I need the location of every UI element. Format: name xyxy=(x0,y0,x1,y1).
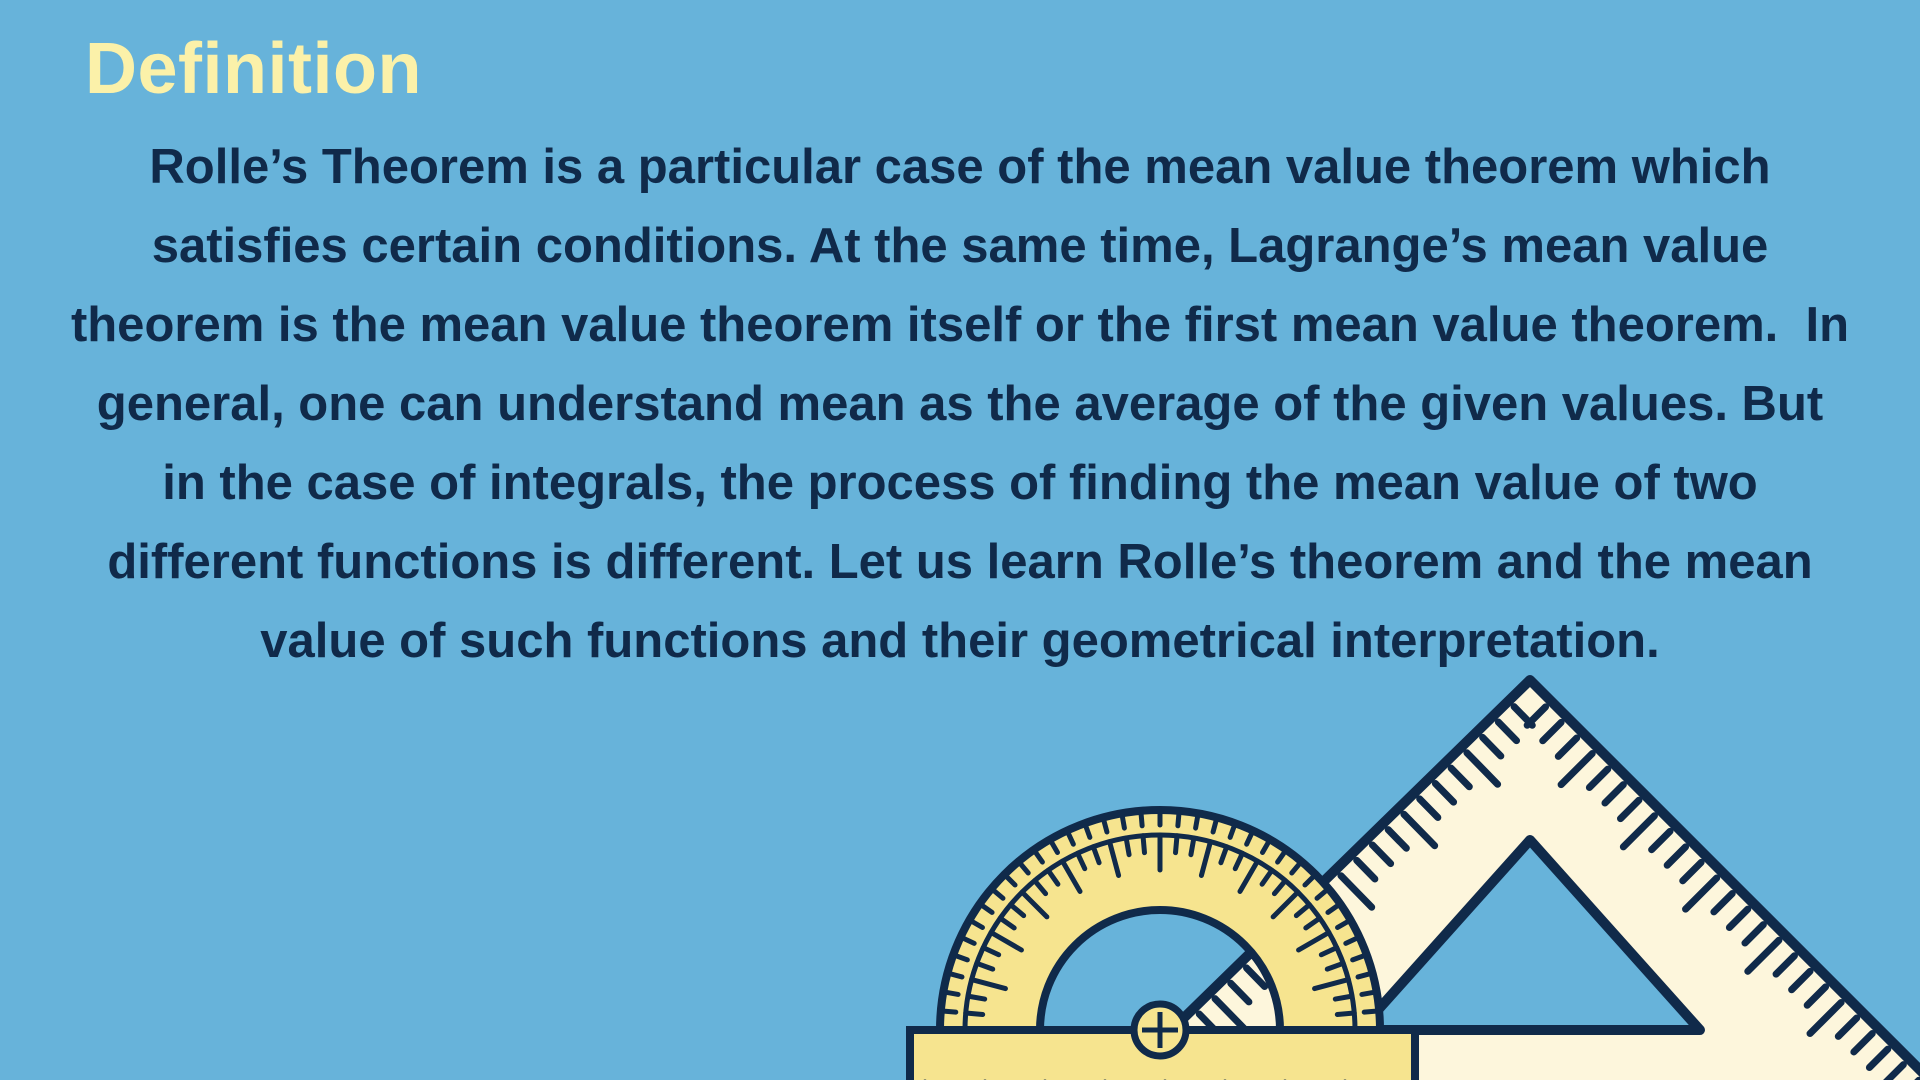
tick-mark xyxy=(1123,835,1132,858)
definition-paragraph: Rolle’s Theorem is a particular case of … xyxy=(70,140,1863,668)
tick-mark xyxy=(1361,1008,1382,1015)
tick-mark xyxy=(1359,989,1380,997)
tick-mark xyxy=(1138,808,1145,829)
tick-mark xyxy=(965,993,988,1002)
tick-mark xyxy=(1119,810,1127,831)
tick-mark xyxy=(940,989,961,997)
protractor-icon xyxy=(906,806,1419,1080)
tick-mark xyxy=(938,1008,959,1015)
geometry-tools-illustration xyxy=(906,675,1920,1080)
tick-mark xyxy=(1193,810,1201,831)
slide-title: Definition xyxy=(85,29,422,109)
tick-mark xyxy=(1173,833,1180,856)
tick-mark xyxy=(1175,808,1182,829)
tick-mark xyxy=(1188,835,1197,858)
tick-mark xyxy=(1334,1010,1357,1017)
slide: Definition Rolle’s Theorem is a particul… xyxy=(0,0,1920,1080)
tick-mark xyxy=(1332,993,1355,1002)
tick-mark xyxy=(1140,833,1147,856)
tick-mark xyxy=(963,1010,986,1017)
